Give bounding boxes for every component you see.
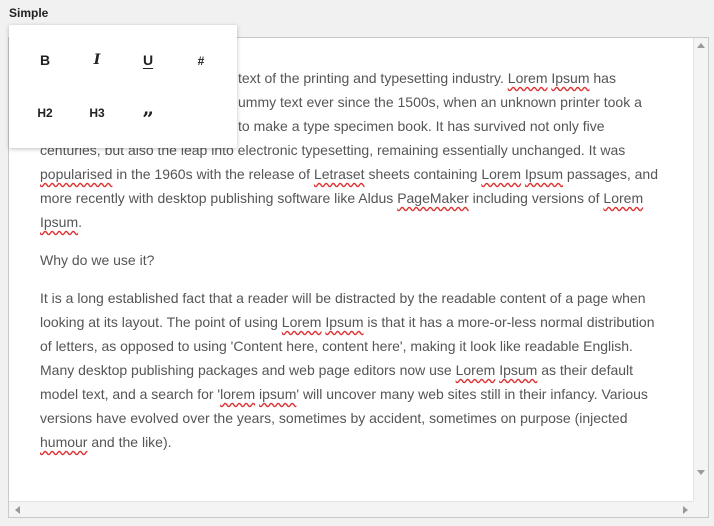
p1-line3: to make a type specimen book. It has sur…: [238, 118, 605, 134]
h2-button[interactable]: H2: [25, 98, 65, 128]
bold-button[interactable]: B: [25, 45, 65, 75]
heading-button[interactable]: #: [181, 46, 221, 76]
h3-button[interactable]: H3: [77, 98, 117, 128]
paragraph-2: Why do we use it?: [40, 252, 155, 268]
scrollbar-corner: [693, 501, 708, 517]
scroll-left-arrow-icon[interactable]: [15, 506, 20, 514]
underline-button[interactable]: U: [128, 45, 168, 75]
p1-line1-visible: text of the printing and typesetting ind…: [238, 70, 616, 86]
quote-button[interactable]: ”: [128, 98, 168, 134]
scroll-down-arrow-icon[interactable]: [697, 470, 705, 475]
scroll-right-arrow-icon[interactable]: [683, 506, 688, 514]
p1-line2: ummy text ever since the 1500s, when an …: [238, 94, 642, 110]
paragraph-3: It is a long established fact that a rea…: [40, 290, 655, 450]
formatting-toolbar-popup: B I U # H2 H3 ”: [9, 25, 237, 148]
scroll-up-arrow-icon[interactable]: [697, 43, 705, 48]
horizontal-scrollbar[interactable]: [9, 501, 694, 517]
field-label: Simple: [9, 6, 49, 20]
vertical-scrollbar[interactable]: [693, 38, 708, 501]
italic-button[interactable]: I: [77, 45, 117, 75]
